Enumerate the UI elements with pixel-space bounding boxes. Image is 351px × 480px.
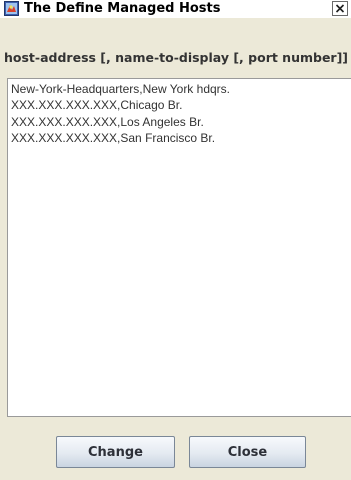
change-button[interactable]: Change <box>56 436 175 468</box>
close-window-button[interactable] <box>332 1 348 16</box>
window-title: The Define Managed Hosts <box>24 1 221 16</box>
title-bar[interactable]: The Define Managed Hosts <box>0 0 351 18</box>
column-format-label: host-address [, name-to-display [, port … <box>4 50 349 65</box>
close-button[interactable]: Close <box>189 436 306 468</box>
java-app-icon <box>4 1 19 16</box>
close-x-icon <box>333 2 347 15</box>
define-hosts-dialog: The Define Managed Hosts host-address [,… <box>0 0 351 480</box>
hosts-textarea[interactable]: New-York-Headquarters,New York hdqrs. XX… <box>7 78 351 417</box>
